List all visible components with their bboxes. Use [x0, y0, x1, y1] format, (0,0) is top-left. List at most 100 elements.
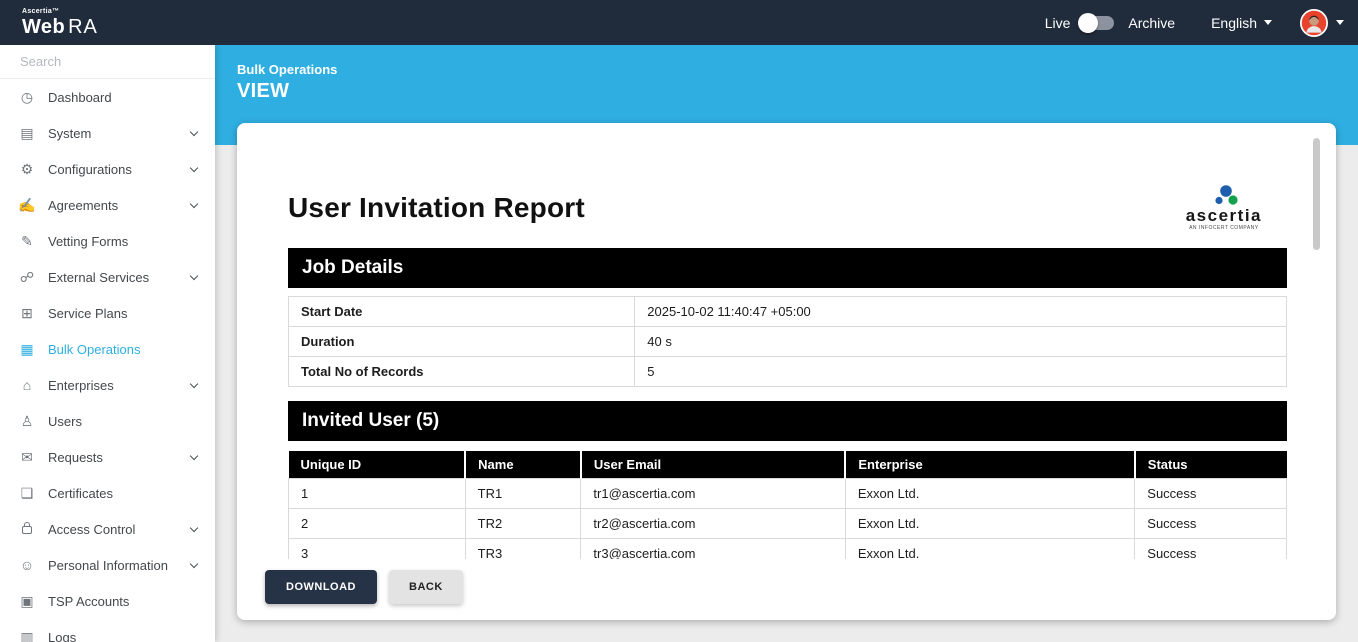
ascertia-logo-text: ascertia [1185, 206, 1262, 225]
avatar [1300, 8, 1328, 37]
sidebar-item-label: System [48, 125, 92, 141]
sidebar-item-label: Access Control [48, 521, 136, 537]
ascertia-logo: ascertia AN INFOCERT COMPANY [1186, 185, 1262, 231]
handshake-icon: ✍ [18, 197, 36, 213]
gear-icon: ⚙ [20, 161, 34, 177]
sidebar-item-label: Bulk Operations [48, 341, 141, 357]
sidebar-item-label: External Services [48, 269, 150, 285]
table-cell: TR2 [464, 508, 582, 539]
table-cell: Success [1134, 478, 1287, 509]
sidebar-nav: ◷ Dashboard ▤ System ⚙ Configurations ✍ Agreeme… [0, 79, 215, 642]
sidebar-item-tsp-accounts[interactable]: ▣ TSP Accounts [0, 583, 215, 619]
download-button[interactable]: DOWNLOAD [265, 570, 377, 604]
table-cell: 2 [288, 508, 466, 539]
column-header: Unique ID [288, 451, 467, 479]
job-detail-value: 2025-10-02 11:40:47 +05:00 [634, 296, 1287, 327]
sidebar-item-logs[interactable]: ▥ Logs [0, 619, 215, 642]
sidebar-item-vetting-forms[interactable]: ✎ Vetting Forms [0, 223, 215, 259]
system-icon: ▤ [20, 125, 34, 141]
sidebar-item-access-control[interactable]: Access Control [0, 511, 215, 547]
sidebar-item-label: Certificates [48, 485, 114, 501]
brand-company: Ascertia™ [22, 8, 60, 15]
ascertia-logo-dots-icon [1215, 185, 1238, 205]
job-detail-label: Duration [287, 326, 636, 357]
report-actions: DOWNLOAD BACK [237, 559, 1336, 620]
sidebar-item-users[interactable]: ♙ Users [0, 403, 215, 439]
logs-icon: ▥ [20, 629, 34, 642]
sidebar-item-personal-information[interactable]: ☺ Personal Information [0, 547, 215, 583]
table-cell: Exxon Ltd. [844, 508, 1136, 539]
lock-icon [18, 522, 36, 536]
request-icon: ✉ [21, 449, 33, 465]
sidebar-item-label: Dashboard [48, 89, 112, 105]
ascertia-logo-tagline: AN INFOCERT COMPANY [1189, 225, 1259, 231]
breadcrumb: Bulk Operations [237, 62, 338, 77]
chevron-down-icon [1336, 20, 1344, 25]
table-cell: Success [1134, 508, 1287, 539]
column-header: User Email [580, 451, 847, 479]
sidebar-item-label: Enterprises [48, 377, 114, 393]
sidebar-item-external-services[interactable]: ☍ External Services [0, 259, 215, 295]
report-title: User Invitation Report [288, 192, 585, 223]
app-logo[interactable]: Ascertia™ Web RA [22, 8, 98, 37]
archive-label[interactable]: Archive [1128, 15, 1175, 31]
sidebar-item-service-plans[interactable]: ⊞ Service Plans [0, 295, 215, 331]
back-button[interactable]: BACK [389, 570, 463, 604]
chevron-down-icon [189, 199, 199, 208]
table-row: 3 TR3 tr3@ascertia.com Exxon Ltd. Success [288, 538, 1287, 559]
job-detail-row: Duration 40 s [287, 326, 1287, 357]
sidebar-item-label: Users [48, 413, 82, 429]
live-archive-toggle[interactable] [1078, 12, 1115, 33]
invited-users-heading: Invited User (5) [288, 401, 1287, 441]
chevron-down-icon [189, 559, 199, 568]
job-detail-label: Start Date [287, 296, 636, 327]
sidebar-item-requests[interactable]: ✉ Requests [0, 439, 215, 475]
table-header-row: Unique ID Name User Email Enterprise Status [288, 451, 1287, 479]
table-cell: tr2@ascertia.com [580, 508, 846, 539]
sidebar-item-label: Agreements [48, 197, 119, 213]
sidebar-item-enterprises[interactable]: ⌂ Enterprises [0, 367, 215, 403]
chevron-down-icon [189, 163, 199, 172]
language-dropdown[interactable]: English [1211, 15, 1272, 31]
sidebar-item-certificates[interactable]: ❏ Certificates [0, 475, 215, 511]
user-menu[interactable] [1300, 8, 1344, 37]
gauge-icon: ◷ [20, 89, 34, 105]
chevron-down-icon [189, 523, 199, 532]
form-icon: ✎ [21, 233, 33, 249]
scrollbar-thumb[interactable] [1313, 138, 1320, 250]
job-detail-label: Total No of Records [287, 356, 636, 387]
sidebar-item-agreements[interactable]: ✍ Agreements [0, 187, 215, 223]
sidebar-item-bulk-operations[interactable]: ▦ Bulk Operations [0, 331, 215, 367]
service-plan-icon: ⊞ [21, 305, 33, 321]
sidebar: ◷ Dashboard ▤ System ⚙ Configurations ✍ Agreeme… [0, 45, 215, 642]
table-cell: TR1 [464, 478, 582, 509]
sidebar-item-label: Logs [48, 629, 77, 642]
table-row: 1 TR1 tr1@ascertia.com Exxon Ltd. Success [288, 478, 1287, 509]
bank-icon: ⌂ [22, 377, 32, 393]
sidebar-item-label: TSP Accounts [48, 593, 130, 609]
report-scroll-area[interactable]: User Invitation Report ascertia AN INFOC… [237, 123, 1336, 559]
toggle-knob-icon [1078, 12, 1099, 33]
sidebar-item-configurations[interactable]: ⚙ Configurations [0, 151, 215, 187]
report-card: User Invitation Report ascertia AN INFOC… [237, 123, 1336, 620]
table-cell: 3 [288, 538, 466, 559]
tsp-accounts-icon: ▣ [20, 593, 34, 609]
table-cell: tr1@ascertia.com [580, 478, 846, 509]
chevron-down-icon [189, 451, 199, 460]
table-row: 2 TR2 tr2@ascertia.com Exxon Ltd. Success [288, 508, 1287, 539]
table-cell: TR3 [464, 538, 582, 559]
table-cell: tr3@ascertia.com [580, 538, 846, 559]
sidebar-item-dashboard[interactable]: ◷ Dashboard [0, 79, 215, 115]
column-header: Enterprise [845, 451, 1136, 479]
sidebar-item-system[interactable]: ▤ System [0, 115, 215, 151]
search-input[interactable] [18, 53, 198, 70]
chevron-down-icon [189, 127, 199, 136]
table-cell: Exxon Ltd. [844, 538, 1136, 559]
page-title: VIEW [237, 80, 290, 102]
sidebar-item-label: Vetting Forms [48, 233, 129, 249]
sidebar-search [0, 45, 215, 79]
sidebar-item-label: Service Plans [48, 305, 128, 321]
bulk-operations-icon: ▦ [20, 341, 34, 357]
table-cell: 1 [288, 478, 466, 509]
live-label[interactable]: Live [1045, 15, 1071, 31]
